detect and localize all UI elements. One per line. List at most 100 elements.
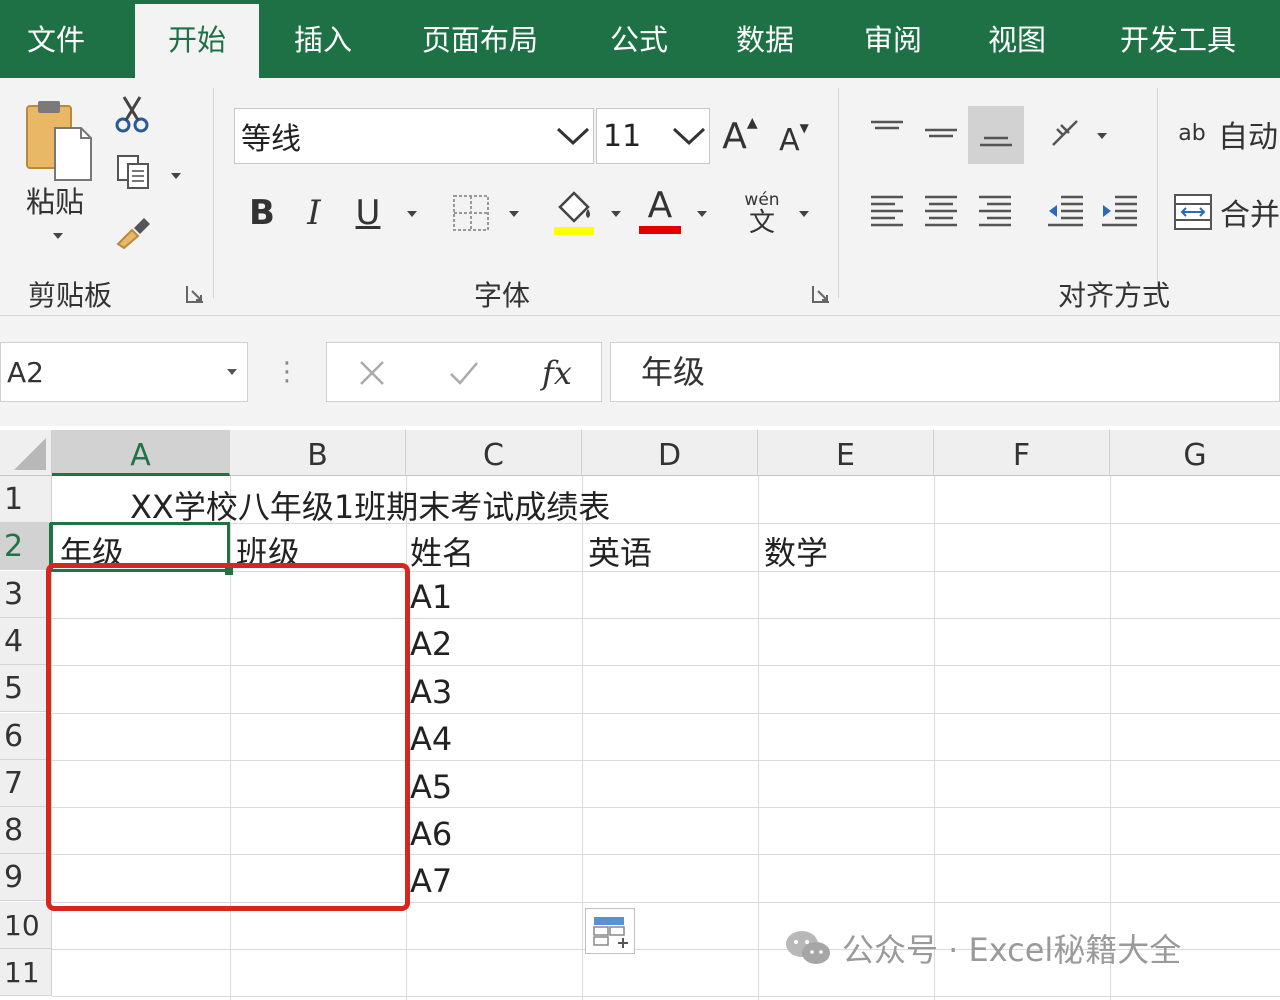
- text-orientation-icon: [1052, 120, 1078, 146]
- separator: [1157, 88, 1158, 298]
- row-header-8[interactable]: 8: [0, 807, 52, 855]
- borders-button[interactable]: [448, 190, 494, 236]
- paste-dropdown-icon[interactable]: [52, 230, 64, 242]
- phonetic-dropdown-icon[interactable]: [798, 208, 810, 220]
- formula-input[interactable]: 年级: [610, 342, 1280, 402]
- cell-c5[interactable]: A3: [410, 673, 452, 711]
- align-top-button[interactable]: [862, 108, 912, 158]
- row-header-10[interactable]: 10: [0, 901, 52, 949]
- phonetic-button[interactable]: wén 文: [738, 186, 786, 242]
- align-center-icon: [925, 195, 957, 227]
- row-gridline: [52, 996, 1280, 998]
- fill-color-button[interactable]: [548, 186, 600, 238]
- row-header-9[interactable]: 9: [0, 854, 52, 902]
- ribbon: 粘贴 剪贴板 等线 11 A ▲ A ▼ B I U A wén 文 字体 ab…: [0, 78, 1280, 316]
- font-size-value: 11: [603, 118, 642, 154]
- align-bottom-button[interactable]: [968, 106, 1024, 164]
- align-middle-button[interactable]: [916, 108, 966, 158]
- font-name-value: 等线: [241, 122, 301, 157]
- wrap-text-button[interactable]: ab 自动: [1172, 108, 1280, 160]
- tab-insert[interactable]: 插入: [268, 0, 378, 78]
- caret-up-icon: ▲: [746, 115, 758, 131]
- row-header-3[interactable]: 3: [0, 570, 52, 618]
- clipboard-launcher-icon[interactable]: [184, 283, 206, 305]
- name-box[interactable]: A2: [0, 342, 248, 402]
- align-left-button[interactable]: [864, 188, 910, 234]
- row-header-11[interactable]: 11: [0, 949, 52, 996]
- cancel-button[interactable]: [347, 351, 397, 395]
- row-header-6[interactable]: 6: [0, 712, 52, 760]
- more-options-icon[interactable]: ⋮: [272, 352, 302, 392]
- insert-function-button[interactable]: fx: [527, 349, 587, 397]
- formula-buttons: fx: [326, 342, 602, 402]
- row-header-2[interactable]: 2: [0, 523, 52, 571]
- separator: [213, 88, 214, 298]
- increase-indent-button[interactable]: [1096, 188, 1142, 234]
- font-name-combo[interactable]: 等线: [234, 108, 594, 164]
- fill-dropdown-icon[interactable]: [610, 208, 622, 220]
- align-center-button[interactable]: [918, 188, 964, 234]
- row-header-7[interactable]: 7: [0, 759, 52, 807]
- underline-dropdown-icon[interactable]: [406, 208, 418, 220]
- copy-button[interactable]: [112, 152, 156, 192]
- cell-c7[interactable]: A5: [410, 768, 452, 806]
- tab-data[interactable]: 数据: [710, 0, 820, 78]
- font-color-swatch: [639, 226, 681, 234]
- decrease-font-icon: A: [779, 122, 800, 158]
- align-right-button[interactable]: [972, 188, 1018, 234]
- tab-home[interactable]: 开始: [135, 4, 259, 80]
- copy-dropdown-icon[interactable]: [170, 170, 182, 182]
- quick-analysis-button[interactable]: [585, 908, 635, 954]
- align-top-icon: [871, 120, 903, 130]
- tab-developer[interactable]: 开发工具: [1098, 0, 1258, 78]
- cut-button[interactable]: [112, 94, 152, 134]
- cell-d2[interactable]: 英语: [588, 528, 652, 574]
- chevron-down-icon[interactable]: [669, 126, 709, 146]
- row-header-4[interactable]: 4: [0, 617, 52, 665]
- paste-label: 粘贴: [25, 185, 84, 219]
- tab-page-layout[interactable]: 页面布局: [400, 0, 560, 78]
- column-header-e[interactable]: E: [758, 430, 934, 476]
- merge-center-button[interactable]: 合并: [1172, 186, 1280, 238]
- enter-button[interactable]: [439, 351, 489, 395]
- tab-review[interactable]: 审阅: [838, 0, 948, 78]
- chevron-down-icon[interactable]: [553, 126, 593, 146]
- decrease-indent-button[interactable]: [1042, 188, 1088, 234]
- decrease-font-button[interactable]: A ▼: [772, 112, 816, 168]
- column-header-g[interactable]: G: [1110, 430, 1280, 476]
- cell-c8[interactable]: A6: [410, 815, 452, 853]
- orientation-dropdown-icon[interactable]: [1096, 130, 1108, 142]
- font-color-button[interactable]: A: [636, 182, 684, 238]
- column-header-d[interactable]: D: [582, 430, 758, 476]
- underline-button[interactable]: U: [348, 188, 388, 238]
- column-header-a[interactable]: A: [52, 430, 230, 476]
- increase-font-button[interactable]: A ▲: [718, 108, 762, 164]
- font-color-dropdown-icon[interactable]: [696, 208, 708, 220]
- column-gridline: [758, 476, 759, 1000]
- column-header-c[interactable]: C: [406, 430, 582, 476]
- tab-file[interactable]: 文件: [0, 0, 112, 78]
- row-header-5[interactable]: 5: [0, 665, 52, 713]
- cell-c3[interactable]: A1: [410, 578, 452, 616]
- name-box-dropdown-icon[interactable]: [217, 364, 247, 380]
- cell-e2[interactable]: 数学: [764, 528, 828, 574]
- format-painter-button[interactable]: [112, 212, 156, 252]
- bold-button[interactable]: B: [242, 188, 282, 238]
- select-all-button[interactable]: [0, 430, 52, 476]
- tab-formulas[interactable]: 公式: [584, 0, 694, 78]
- column-header-f[interactable]: F: [934, 430, 1110, 476]
- tab-view[interactable]: 视图: [962, 0, 1072, 78]
- row-header-1[interactable]: 1: [0, 476, 52, 523]
- cell-c4[interactable]: A2: [410, 625, 452, 663]
- font-launcher-icon[interactable]: [810, 283, 832, 305]
- font-color-icon: A: [647, 185, 673, 226]
- borders-dropdown-icon[interactable]: [508, 208, 520, 220]
- font-size-combo[interactable]: 11: [596, 108, 710, 164]
- cell-c2[interactable]: 姓名: [410, 528, 474, 574]
- paste-button[interactable]: [18, 96, 100, 186]
- orientation-button[interactable]: [1044, 112, 1088, 156]
- cell-c6[interactable]: A4: [410, 720, 452, 758]
- cell-c9[interactable]: A7: [410, 862, 452, 900]
- column-header-b[interactable]: B: [230, 430, 406, 476]
- italic-button[interactable]: I: [294, 188, 334, 238]
